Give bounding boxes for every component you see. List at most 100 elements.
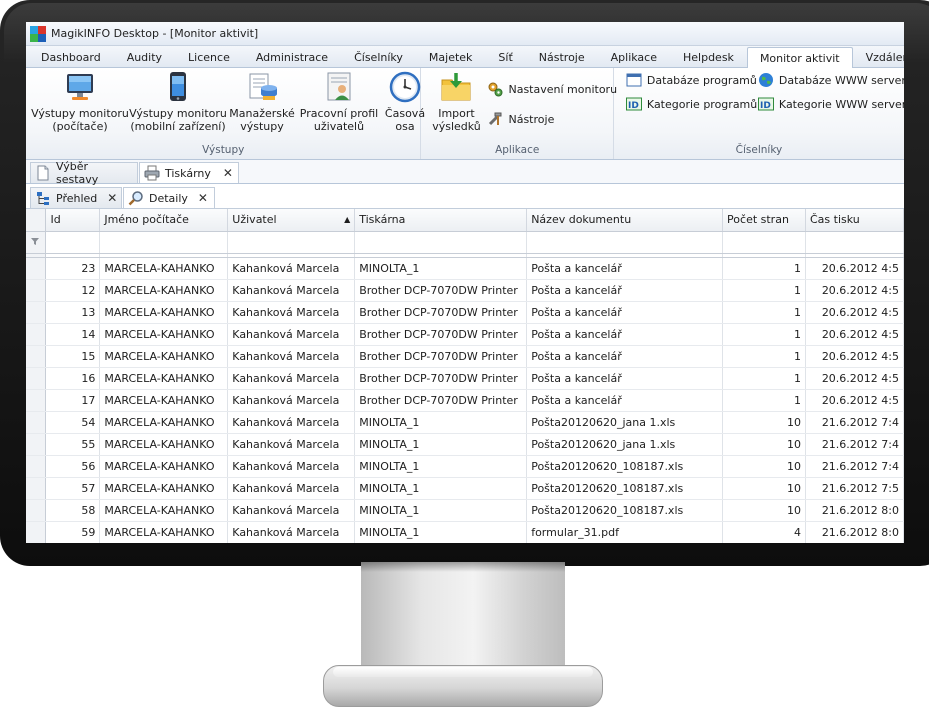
manazerske-vystupy-button[interactable]: Manažerské výstupy bbox=[226, 70, 298, 133]
table-cell: MARCELA-KAHANKO bbox=[99, 411, 229, 434]
ribbon-tab[interactable]: Nástroje bbox=[526, 46, 598, 67]
column-header[interactable]: Id bbox=[45, 209, 101, 232]
ribbon-tab[interactable]: Dashboard bbox=[28, 46, 114, 67]
ribbon-tab[interactable]: Číselníky bbox=[341, 46, 416, 67]
ribbon-tab[interactable]: Vzdálené distribuce bbox=[853, 46, 904, 67]
table-cell: MINOLTA_1 bbox=[354, 433, 528, 456]
sub-tab-strip: Přehled ✕ Detaily ✕ bbox=[26, 184, 904, 209]
tools-icon bbox=[487, 111, 503, 127]
row-indicator[interactable] bbox=[26, 345, 47, 368]
kategorie-programu-button[interactable]: ID Kategorie programů bbox=[625, 96, 757, 112]
column-header[interactable]: Tiskárna bbox=[354, 209, 528, 232]
filter-row bbox=[26, 231, 904, 254]
table-cell: 21.6.2012 8:0 bbox=[805, 521, 904, 543]
ribbon-tab[interactable]: Monitor aktivit bbox=[746, 47, 853, 68]
row-indicator[interactable] bbox=[26, 477, 47, 500]
row-indicator[interactable] bbox=[26, 455, 47, 478]
table-cell: Kahanková Marcela bbox=[227, 411, 356, 434]
row-indicator[interactable] bbox=[26, 279, 47, 302]
table-cell: 1 bbox=[722, 323, 806, 346]
row-indicator-header bbox=[26, 209, 47, 232]
databaze-programu-button[interactable]: Databáze programů bbox=[626, 72, 757, 88]
table-cell: Brother DCP-7070DW Printer bbox=[354, 323, 528, 346]
table-cell: 4 bbox=[722, 521, 806, 543]
table-cell: Pošta a kancelář bbox=[526, 389, 724, 412]
nastaveni-monitoru-button[interactable]: Nastavení monitoru bbox=[487, 81, 617, 97]
printer-icon bbox=[144, 165, 160, 181]
row-indicator[interactable] bbox=[26, 323, 47, 346]
table-row[interactable]: 54 MARCELA-KAHANKO Kahanková Marcela MINOLT… bbox=[26, 411, 904, 434]
monitor-frame: MagikINFO Desktop - [Monitor aktivit] Da… bbox=[0, 0, 929, 713]
ribbon-tab[interactable]: Helpdesk bbox=[670, 46, 747, 67]
tab-tiskarny[interactable]: Tiskárny ✕ bbox=[139, 162, 239, 183]
table-cell: 54 bbox=[45, 411, 101, 434]
column-header[interactable]: Jméno počítače bbox=[99, 209, 229, 232]
filter-cell[interactable] bbox=[526, 231, 724, 254]
filter-cell[interactable] bbox=[99, 231, 229, 254]
table-row[interactable]: 55 MARCELA-KAHANKO Kahanková Marcela MINOLT… bbox=[26, 433, 904, 456]
app-logo-icon bbox=[30, 25, 46, 42]
table-row[interactable]: 57 MARCELA-KAHANKO Kahanková Marcela MINOLT… bbox=[26, 477, 904, 500]
row-indicator[interactable] bbox=[26, 433, 47, 456]
close-tab-tiskarny-icon[interactable]: ✕ bbox=[223, 166, 233, 180]
ribbon-tab[interactable]: Majetek bbox=[416, 46, 486, 67]
table-row[interactable]: 23 MARCELA-KAHANKO Kahanková Marcela MINOLT… bbox=[26, 257, 904, 280]
nastroje-button[interactable]: Nástroje bbox=[487, 111, 554, 127]
table-cell: 1 bbox=[722, 345, 806, 368]
row-indicator[interactable] bbox=[26, 257, 47, 280]
table-cell: MARCELA-KAHANKO bbox=[99, 433, 229, 456]
filter-icon[interactable] bbox=[26, 231, 47, 254]
filter-cell[interactable] bbox=[45, 231, 101, 254]
row-indicator[interactable] bbox=[26, 499, 47, 522]
filter-cell[interactable] bbox=[354, 231, 528, 254]
row-indicator[interactable] bbox=[26, 301, 47, 324]
import-vysledku-button[interactable]: Import výsledků bbox=[427, 70, 485, 133]
tab-detaily[interactable]: Detaily ✕ bbox=[123, 187, 215, 208]
filter-cell[interactable] bbox=[227, 231, 356, 254]
row-indicator[interactable] bbox=[26, 389, 47, 412]
table-row[interactable]: 17 MARCELA-KAHANKO Kahanková Marcela Brothe… bbox=[26, 389, 904, 412]
table-row[interactable]: 14 MARCELA-KAHANKO Kahanková Marcela Brothe… bbox=[26, 323, 904, 346]
table-cell: Pošta a kancelář bbox=[526, 323, 724, 346]
ribbon-tab[interactable]: Licence bbox=[175, 46, 243, 67]
table-cell: MARCELA-KAHANKO bbox=[99, 521, 229, 543]
column-header[interactable]: Název dokumentu bbox=[526, 209, 724, 232]
column-header[interactable]: Uživatel ▲ bbox=[227, 209, 356, 232]
tab-prehled[interactable]: Přehled ✕ bbox=[30, 187, 122, 208]
column-header[interactable]: Čas tisku bbox=[805, 209, 904, 232]
table-row[interactable]: 15 MARCELA-KAHANKO Kahanková Marcela Brothe… bbox=[26, 345, 904, 368]
column-header[interactable]: Počet stran bbox=[722, 209, 806, 232]
table-row[interactable]: 58 MARCELA-KAHANKO Kahanková Marcela MINOLT… bbox=[26, 499, 904, 522]
vystupy-monitoru-mobilni-button[interactable]: Výstupy monitoru (mobilní zařízení) bbox=[129, 70, 227, 133]
vystupy-monitoru-pocitace-button[interactable]: Výstupy monitoru (počítače) bbox=[30, 70, 130, 133]
filter-cell[interactable] bbox=[805, 231, 904, 254]
table-cell: 13 bbox=[45, 301, 101, 324]
row-indicator[interactable] bbox=[26, 521, 47, 543]
row-indicator[interactable] bbox=[26, 411, 47, 434]
pracovni-profil-button[interactable]: Pracovní profil uživatelů bbox=[298, 70, 380, 133]
databaze-www-button[interactable]: Databáze WWW serverů bbox=[758, 72, 904, 88]
table-cell: 15 bbox=[45, 345, 101, 368]
table-cell: MINOLTA_1 bbox=[354, 499, 528, 522]
table-row[interactable]: 56 MARCELA-KAHANKO Kahanková Marcela MINOLT… bbox=[26, 455, 904, 478]
table-cell: Kahanková Marcela bbox=[227, 521, 356, 543]
table-cell: Pošta a kancelář bbox=[526, 279, 724, 302]
table-row[interactable]: 16 MARCELA-KAHANKO Kahanková Marcela Brothe… bbox=[26, 367, 904, 390]
table-row[interactable]: 12 MARCELA-KAHANKO Kahanková Marcela Brothe… bbox=[26, 279, 904, 302]
filter-cell[interactable] bbox=[722, 231, 806, 254]
table-row[interactable]: 13 MARCELA-KAHANKO Kahanková Marcela Brothe… bbox=[26, 301, 904, 324]
column-header-label: Čas tisku bbox=[809, 213, 860, 227]
tab-vyber-sestavy[interactable]: Výběr sestavy bbox=[30, 160, 138, 186]
ribbon-tab[interactable]: Administrace bbox=[243, 46, 341, 67]
table-row[interactable]: 59 MARCELA-KAHANKO Kahanková Marcela MINOLT… bbox=[26, 521, 904, 543]
table-cell: 1 bbox=[722, 389, 806, 412]
ribbon-tab[interactable]: Audity bbox=[114, 46, 175, 67]
table-cell: Kahanková Marcela bbox=[227, 433, 356, 456]
close-tab-detaily-icon[interactable]: ✕ bbox=[198, 191, 208, 205]
kategorie-www-button[interactable]: ID Kategorie WWW serverů bbox=[757, 96, 904, 112]
row-indicator[interactable] bbox=[26, 367, 47, 390]
table-cell: MINOLTA_1 bbox=[354, 411, 528, 434]
close-tab-prehled-icon[interactable]: ✕ bbox=[107, 191, 117, 205]
ribbon-tab[interactable]: Aplikace bbox=[598, 46, 670, 67]
ribbon-tab[interactable]: Síť bbox=[485, 46, 525, 67]
